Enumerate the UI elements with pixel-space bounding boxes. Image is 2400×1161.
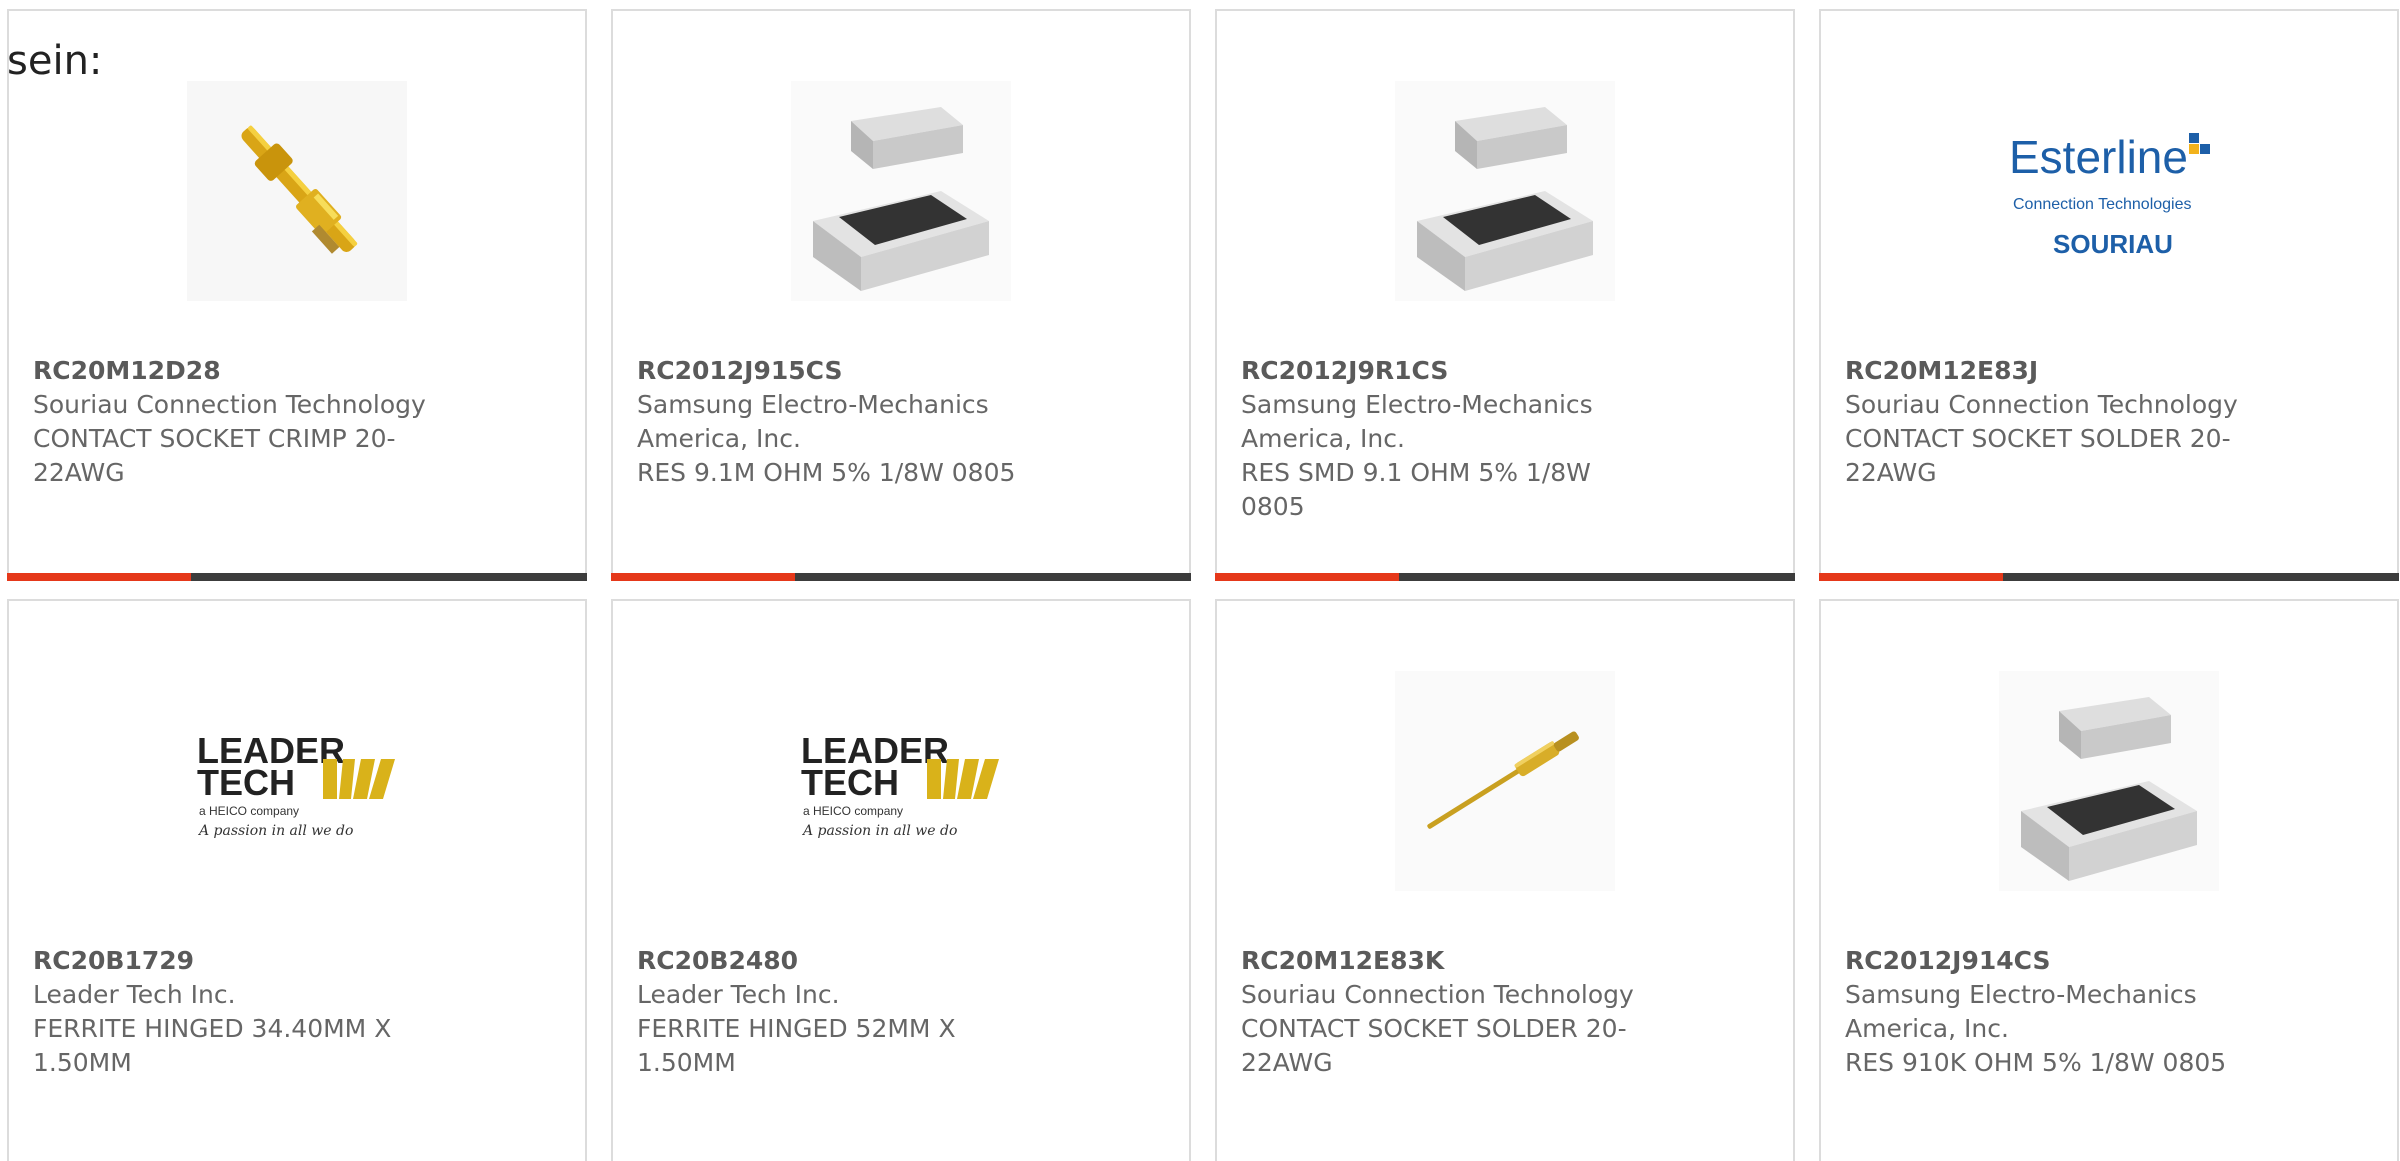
product-card[interactable]: RC20M12E83K Souriau Connection Technolog… xyxy=(1215,599,1795,1161)
product-info: RC20M12E83J Souriau Connection Technolog… xyxy=(1845,354,2265,490)
crimp-contact-image xyxy=(187,81,407,301)
description: RES SMD 9.1 OHM 5% 1/8W 0805 xyxy=(1241,458,1591,521)
svg-text:Esterline: Esterline xyxy=(2009,131,2188,183)
product-info: RC2012J914CS Samsung Electro-Mechanics A… xyxy=(1845,944,2265,1080)
card-bar xyxy=(1215,573,1795,581)
product-info: RC2012J915CS Samsung Electro-Mechanics A… xyxy=(637,354,1057,490)
part-number-link[interactable]: RC20M12E83K xyxy=(1241,944,1661,978)
product-info: RC20B2480 Leader Tech Inc. FERRITE HINGE… xyxy=(637,944,1057,1080)
svg-text:TECH: TECH xyxy=(197,762,295,803)
description: RES 910K OHM 5% 1/8W 0805 xyxy=(1845,1048,2227,1077)
part-number-link[interactable]: RC20B2480 xyxy=(637,944,1057,978)
product-card[interactable]: LEADER TECH a HEICO company A passion in… xyxy=(611,599,1191,1161)
product-card[interactable]: LEADER TECH a HEICO company A passion in… xyxy=(7,599,587,1161)
svg-text:Connection Technologies: Connection Technologies xyxy=(2013,196,2192,213)
manufacturer: Samsung Electro-Mechanics America, Inc. xyxy=(1845,980,2197,1043)
product-card[interactable]: RC2012J9R1CS Samsung Electro-Mechanics A… xyxy=(1215,9,1795,581)
page: sein: RC20M12D28 Souriau Connection Tech… xyxy=(0,0,2400,1161)
product-card[interactable]: RC2012J914CS Samsung Electro-Mechanics A… xyxy=(1819,599,2399,1161)
card-bar-accent xyxy=(1819,573,2003,581)
product-card[interactable]: RC20M12D28 Souriau Connection Technology… xyxy=(7,9,587,581)
svg-text:A passion in all we do: A passion in all we do xyxy=(801,823,957,839)
card-bar xyxy=(1819,573,2399,581)
description: CONTACT SOCKET SOLDER 20-22AWG xyxy=(1845,424,2231,487)
esterline-souriau-logo: Esterline Connection Technologies SOURIA… xyxy=(1999,81,2219,301)
product-info: RC20M12D28 Souriau Connection Technology… xyxy=(33,354,453,490)
card-bar xyxy=(611,573,1191,581)
svg-text:a HEICO company: a HEICO company xyxy=(199,804,299,818)
description: FERRITE HINGED 34.40MM X 1.50MM xyxy=(33,1014,392,1077)
part-number-link[interactable]: RC20M12D28 xyxy=(33,354,453,388)
smd-resistor-image xyxy=(1999,671,2219,891)
product-info: RC20M12E83K Souriau Connection Technolog… xyxy=(1241,944,1661,1080)
card-bar-accent xyxy=(1215,573,1399,581)
product-info: RC2012J9R1CS Samsung Electro-Mechanics A… xyxy=(1241,354,1661,524)
part-number-link[interactable]: RC20B1729 xyxy=(33,944,453,978)
description: CONTACT SOCKET CRIMP 20-22AWG xyxy=(33,424,396,487)
leader-tech-logo: LEADER TECH a HEICO company A passion in… xyxy=(187,671,407,891)
svg-text:a HEICO company: a HEICO company xyxy=(803,804,903,818)
product-info: RC20B1729 Leader Tech Inc. FERRITE HINGE… xyxy=(33,944,453,1080)
card-bar xyxy=(7,573,587,581)
manufacturer: Leader Tech Inc. xyxy=(637,980,840,1009)
smd-resistor-image xyxy=(791,81,1011,301)
manufacturer: Souriau Connection Technology xyxy=(33,390,426,419)
description: CONTACT SOCKET SOLDER 20-22AWG xyxy=(1241,1014,1627,1077)
manufacturer: Leader Tech Inc. xyxy=(33,980,236,1009)
leader-tech-logo: LEADER TECH a HEICO company A passion in… xyxy=(791,671,1011,891)
svg-text:SOURIAU: SOURIAU xyxy=(2053,229,2173,259)
product-card[interactable]: RC2012J915CS Samsung Electro-Mechanics A… xyxy=(611,9,1191,581)
part-number-link[interactable]: RC2012J9R1CS xyxy=(1241,354,1661,388)
intro-text: sein: xyxy=(7,38,103,84)
manufacturer: Samsung Electro-Mechanics America, Inc. xyxy=(1241,390,1593,453)
part-number-link[interactable]: RC2012J915CS xyxy=(637,354,1057,388)
product-card[interactable]: Esterline Connection Technologies SOURIA… xyxy=(1819,9,2399,581)
description: RES 9.1M OHM 5% 1/8W 0805 xyxy=(637,458,1016,487)
part-number-link[interactable]: RC2012J914CS xyxy=(1845,944,2265,978)
smd-resistor-image xyxy=(1395,81,1615,301)
card-bar-accent xyxy=(611,573,795,581)
pin-contact-image xyxy=(1395,671,1615,891)
manufacturer: Samsung Electro-Mechanics America, Inc. xyxy=(637,390,989,453)
product-grid: RC20M12D28 Souriau Connection Technology… xyxy=(7,9,2399,1161)
svg-text:TECH: TECH xyxy=(801,762,899,803)
manufacturer: Souriau Connection Technology xyxy=(1845,390,2238,419)
svg-text:A passion in all we do: A passion in all we do xyxy=(197,823,353,839)
card-bar-accent xyxy=(7,573,191,581)
part-number-link[interactable]: RC20M12E83J xyxy=(1845,354,2265,388)
manufacturer: Souriau Connection Technology xyxy=(1241,980,1634,1009)
description: FERRITE HINGED 52MM X 1.50MM xyxy=(637,1014,956,1077)
